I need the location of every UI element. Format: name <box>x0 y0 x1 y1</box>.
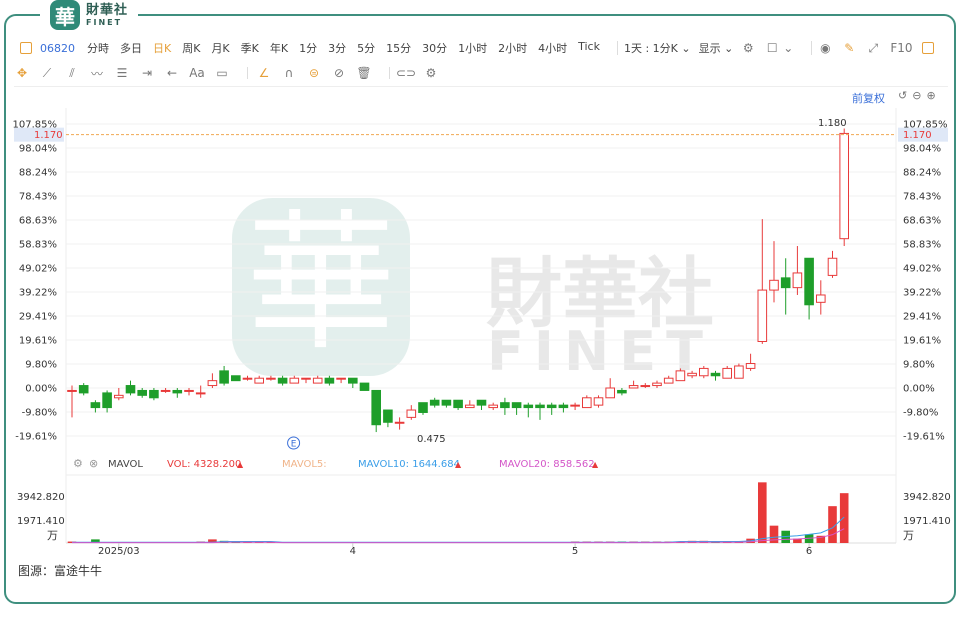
finet-logo-icon: 華 <box>50 0 80 30</box>
hide-drawing-icon[interactable]: ⊘ <box>331 66 347 80</box>
chart-frame <box>4 14 956 604</box>
period-tab[interactable]: 1小时 <box>458 40 487 56</box>
link-icon[interactable]: ⊂⊃ <box>396 66 416 80</box>
brand-name-cn: 財華社 <box>86 2 129 18</box>
range-tool-icon[interactable]: ⇥ <box>139 66 155 80</box>
adjust-mode-link[interactable]: 前复权 <box>852 90 885 106</box>
period-tab[interactable]: 5分 <box>357 40 375 56</box>
toolbar-divider <box>14 86 948 87</box>
display-select-label: 显示 <box>698 42 721 55</box>
chevron-down-icon: ⌄ <box>724 42 734 55</box>
line-tool-icon[interactable]: ⟋ <box>39 66 55 80</box>
period-tab[interactable]: 1分 <box>299 40 317 56</box>
fullscreen-icon[interactable]: ⤢ <box>866 41 880 55</box>
reset-icon[interactable]: ↺ <box>898 89 907 102</box>
period-tab[interactable]: 日K <box>153 40 171 56</box>
stock-code[interactable]: 06820 <box>40 42 75 55</box>
period-tab[interactable]: 30分 <box>422 40 447 56</box>
period-tab[interactable]: 2小时 <box>498 40 527 56</box>
delete-drawing-icon[interactable]: 🗑 <box>356 66 372 80</box>
panel-toggle-icon[interactable] <box>922 42 935 54</box>
sidebar-toggle-icon[interactable] <box>20 42 32 54</box>
brand-name-en: FINET <box>86 17 123 27</box>
image-source-caption: 图源：富途牛牛 <box>18 564 103 578</box>
lock-drawing-icon[interactable]: ⊜ <box>306 66 322 80</box>
layout-box-icon[interactable]: ☐ <box>765 41 779 55</box>
magnet-icon[interactable]: ∩ <box>281 66 297 80</box>
pen-icon[interactable]: ∠ <box>256 66 272 80</box>
arrow-tool-icon[interactable]: ← <box>164 66 180 80</box>
zoom-in-icon[interactable]: ⊕ <box>926 89 935 102</box>
period-tab[interactable]: 4小时 <box>538 40 567 56</box>
period-tab[interactable]: 3分 <box>328 40 346 56</box>
period-toolbar: 06820 分時 多日 日K 周K 月K 季K 年K 1分 3分 5分 15分 30分 1小时 2小时 4小… <box>14 38 948 58</box>
note-tool-icon[interactable]: ▭ <box>214 66 230 80</box>
drawing-settings-icon[interactable]: ⚙ <box>423 66 439 80</box>
pencil-icon[interactable]: ✎ <box>842 41 856 55</box>
period-tab[interactable]: 15分 <box>386 40 411 56</box>
period-tab[interactable]: 多日 <box>120 40 142 56</box>
interval-select-label: 1天 : 1分K <box>623 42 678 55</box>
brand-header: 華 財華社 FINET <box>40 0 139 30</box>
zoom-out-icon[interactable]: ⊖ <box>912 89 921 102</box>
chevron-down-icon[interactable]: ⌄ <box>781 41 795 55</box>
wave-tool-icon[interactable]: 〰 <box>89 66 105 81</box>
period-tabs: 分時 多日 日K 周K 月K 季K 年K 1分 3分 5分 15分 30分 1小时 2小时 4小时 Tick <box>87 40 611 56</box>
crosshair-icon[interactable]: ✥ <box>14 66 30 80</box>
camera-icon[interactable]: ◉ <box>818 41 832 55</box>
display-select[interactable]: 显示 ⌄ <box>699 40 734 56</box>
period-tab[interactable]: 分時 <box>87 40 109 56</box>
interval-select[interactable]: 1天 : 1分K ⌄ <box>624 40 691 56</box>
fib-tool-icon[interactable]: ☰ <box>114 66 130 80</box>
zoom-controls: ↺ ⊖ ⊕ <box>898 89 936 102</box>
chevron-down-icon: ⌄ <box>681 42 691 55</box>
drawing-toolbar: ✥ ⟋ ⫽ 〰 ☰ ⇥ ← Aa ▭ ∠ ∩ ⊜ ⊘ 🗑 ⊂⊃ ⚙ <box>14 64 948 82</box>
period-tab[interactable]: Tick <box>578 40 600 56</box>
period-tab[interactable]: 月K <box>211 40 229 56</box>
period-tab[interactable]: 年K <box>270 40 288 56</box>
period-tab[interactable]: 季K <box>241 40 259 56</box>
settings-gear-icon[interactable]: ⚙ <box>741 41 755 55</box>
f10-button[interactable]: F10 <box>890 41 912 55</box>
period-tab[interactable]: 周K <box>182 40 200 56</box>
channel-tool-icon[interactable]: ⫽ <box>64 66 80 80</box>
text-tool-icon[interactable]: Aa <box>189 66 205 80</box>
